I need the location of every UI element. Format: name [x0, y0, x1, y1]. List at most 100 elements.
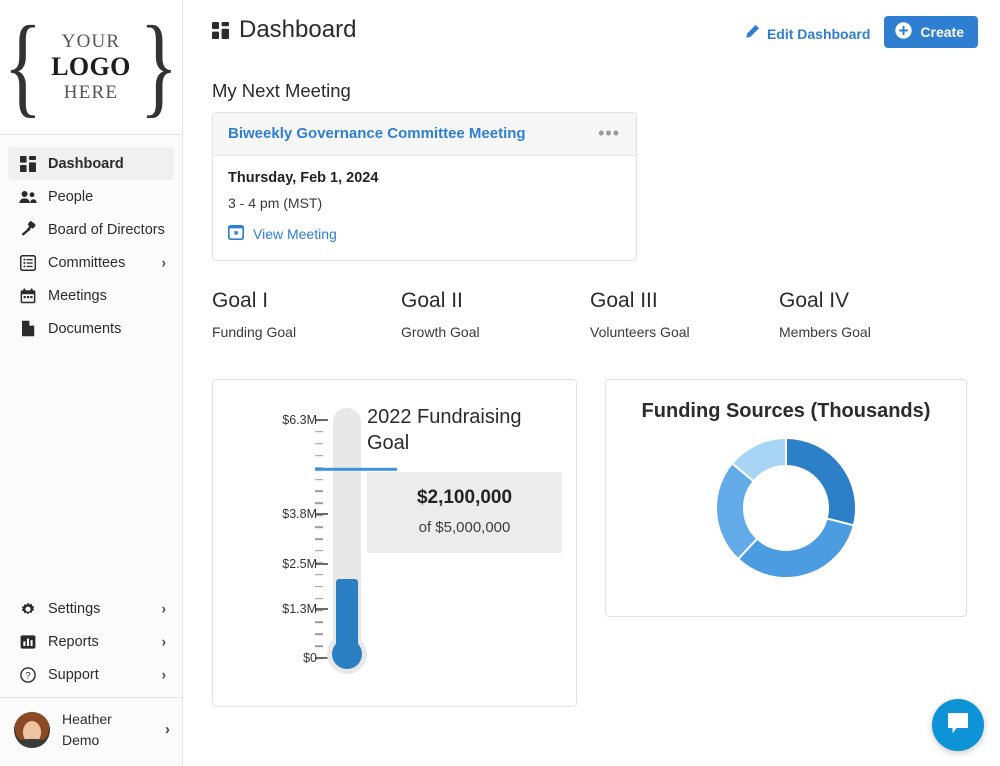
donut-slice[interactable]	[786, 438, 856, 525]
edit-dashboard-button[interactable]: Edit Dashboard	[744, 21, 870, 43]
thermometer-title: 2022 Fundraising Goal	[367, 404, 562, 456]
list-box-icon	[18, 254, 38, 272]
app-root: { YOUR LOGO HERE } Dashboard	[0, 0, 1000, 766]
thermometer-minor-tick	[315, 491, 323, 493]
view-meeting-label: View Meeting	[253, 226, 337, 242]
logo-inner: { YOUR LOGO HERE }	[0, 24, 186, 109]
meeting-title-link[interactable]: Biweekly Governance Committee Meeting	[228, 125, 526, 142]
question-circle-icon: ?	[18, 666, 38, 684]
meeting-card-header: Biweekly Governance Committee Meeting ••…	[213, 113, 636, 156]
thermometer-goal-line	[315, 468, 397, 470]
user-profile[interactable]: Heather Demo ›	[0, 698, 182, 762]
next-meeting-card: Biweekly Governance Committee Meeting ••…	[212, 112, 637, 261]
sidebar-item-support[interactable]: ? Support ›	[8, 658, 174, 691]
page-title-text: Dashboard	[239, 16, 356, 44]
chevron-right-icon: ›	[162, 600, 166, 617]
chevron-right-icon: ›	[162, 633, 166, 650]
thermometer-info: 2022 Fundraising Goal $2,100,000 of $5,0…	[359, 402, 562, 706]
gear-icon	[18, 600, 38, 618]
sidebar-item-settings[interactable]: Settings ›	[8, 592, 174, 625]
funding-sources-donut-chart[interactable]	[713, 435, 859, 581]
user-name: Heather Demo	[62, 709, 112, 750]
calendar-icon	[228, 224, 244, 243]
thermometer-wrap: $6.3M$5.0M$3.8M$2.5M$1.3M$0 2022 Fundrai…	[235, 402, 558, 706]
brace-left-glyph: {	[4, 24, 43, 109]
goal-item[interactable]: Goal I Funding Goal	[212, 289, 401, 340]
sidebar-item-reports[interactable]: Reports ›	[8, 625, 174, 658]
sidebar-item-committees[interactable]: Committees ›	[8, 246, 174, 279]
meeting-overflow-menu-icon[interactable]: •••	[596, 128, 622, 139]
goal-heading: Goal II	[401, 289, 590, 313]
thermometer-tick-label: $3.8M	[282, 507, 317, 521]
thermometer-minor-tick	[315, 586, 323, 588]
chevron-right-icon: ›	[165, 721, 170, 738]
sidebar-item-label: Support	[48, 667, 99, 683]
thermometer-minor-tick	[315, 633, 323, 635]
user-name-line-1: Heather	[62, 711, 112, 727]
page-title: Dashboard	[212, 16, 356, 44]
meeting-date: Thursday, Feb 1, 2024	[228, 170, 621, 186]
sidebar-item-dashboard[interactable]: Dashboard	[8, 147, 174, 180]
logo-line-1: YOUR	[62, 31, 121, 52]
goal-subtitle: Volunteers Goal	[590, 324, 779, 340]
page-header: Dashboard Edit Dashboard Create	[212, 16, 978, 56]
pencil-icon	[744, 24, 760, 43]
thermometer-minor-tick	[315, 479, 323, 481]
sidebar-item-label: Meetings	[48, 288, 107, 304]
next-meeting-heading: My Next Meeting	[212, 80, 978, 102]
logo[interactable]: { YOUR LOGO HERE }	[0, 0, 182, 135]
main-inner: Dashboard Edit Dashboard Create	[183, 0, 1000, 707]
thermometer-minor-tick	[315, 622, 323, 624]
sidebar-item-meetings[interactable]: Meetings	[8, 279, 174, 312]
goal-item[interactable]: Goal IV Members Goal	[779, 289, 968, 340]
goal-subtitle: Members Goal	[779, 324, 968, 340]
sidebar-item-board-of-directors[interactable]: Board of Directors	[8, 213, 174, 246]
goal-subtitle: Growth Goal	[401, 324, 590, 340]
create-button[interactable]: Create	[884, 16, 978, 48]
sidebar-item-people[interactable]: People	[8, 180, 174, 213]
dashboard-grid-icon	[212, 22, 229, 39]
donut-holder	[606, 435, 966, 581]
thermometer-tick-label: $1.3M	[282, 602, 317, 616]
chat-bubble-icon	[945, 711, 971, 740]
chevron-right-icon: ›	[162, 254, 166, 271]
thermometer-current-value: $2,100,000	[377, 487, 552, 509]
sidebar: { YOUR LOGO HERE } Dashboard	[0, 0, 183, 766]
goal-item[interactable]: Goal III Volunteers Goal	[590, 289, 779, 340]
avatar	[14, 712, 50, 748]
thermometer-minor-tick	[315, 598, 323, 600]
goal-heading: Goal III	[590, 289, 779, 313]
goal-heading: Goal I	[212, 289, 401, 313]
thermometer-chart: $6.3M$5.0M$3.8M$2.5M$1.3M$0	[235, 402, 359, 672]
sidebar-item-label: Documents	[48, 321, 121, 337]
header-actions: Edit Dashboard Create	[744, 16, 978, 48]
user-name-line-2: Demo	[62, 732, 99, 748]
goal-heading: Goal IV	[779, 289, 968, 313]
thermometer-minor-tick	[315, 645, 323, 647]
primary-nav: Dashboard People Board of Directors Comm…	[0, 135, 182, 345]
chevron-right-icon: ›	[162, 666, 166, 683]
thermometer-minor-tick	[315, 503, 323, 505]
chat-support-button[interactable]	[932, 699, 984, 751]
meeting-time: 3 - 4 pm (MST)	[228, 195, 621, 211]
thermometer-tick-label: $6.3M	[282, 413, 317, 427]
funding-sources-widget: Funding Sources (Thousands)	[605, 379, 967, 617]
thermometer-goal-tick-label: $5.0M	[183, 462, 317, 476]
dashboard-grid-icon	[18, 155, 38, 173]
logo-text: YOUR LOGO HERE	[50, 31, 132, 103]
svg-text:?: ?	[25, 670, 30, 681]
thermometer-minor-tick	[315, 443, 323, 445]
thermometer-minor-tick	[315, 455, 323, 457]
thermometer-minor-tick	[315, 550, 323, 552]
sidebar-item-label: Settings	[48, 601, 100, 617]
brace-right-glyph: }	[139, 24, 178, 109]
donut-slice[interactable]	[738, 518, 854, 578]
gavel-icon	[18, 221, 38, 239]
view-meeting-link[interactable]: View Meeting	[228, 224, 621, 243]
sidebar-item-documents[interactable]: Documents	[8, 312, 174, 345]
edit-dashboard-label: Edit Dashboard	[767, 26, 870, 42]
create-button-label: Create	[920, 24, 964, 40]
secondary-nav: Settings › Reports › ? Support ›	[0, 592, 182, 766]
goal-item[interactable]: Goal II Growth Goal	[401, 289, 590, 340]
sidebar-item-label: Committees	[48, 255, 125, 271]
